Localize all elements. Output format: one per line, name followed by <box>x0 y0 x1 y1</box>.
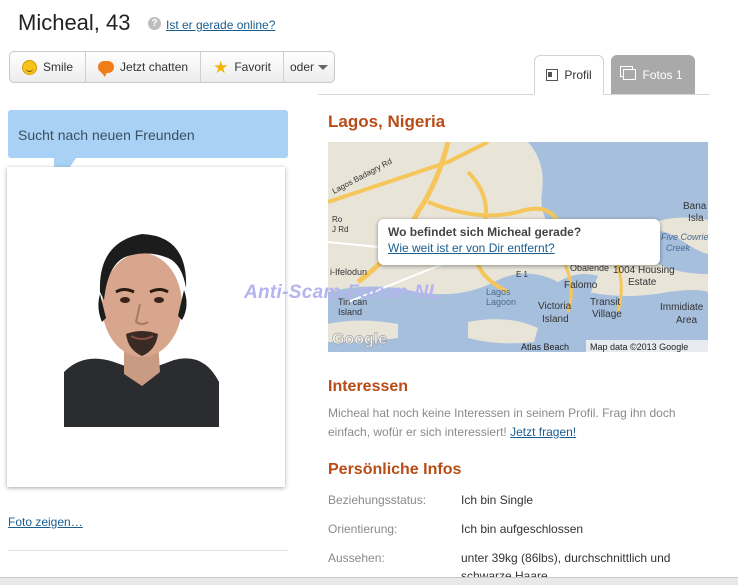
question-circle-icon[interactable]: ? <box>148 17 161 30</box>
profile-title: Micheal, 43 <box>18 10 131 35</box>
tab-fotos-label: Fotos 1 <box>642 67 683 82</box>
appearance-value: unter 39kg (86lbs), durchschnittlich und… <box>461 551 671 577</box>
smile-button[interactable]: Smile <box>10 52 87 82</box>
personal-info-title: Persönliche Infos <box>328 461 462 478</box>
chat-label: Jetzt chatten <box>120 60 189 74</box>
smile-icon <box>22 59 37 75</box>
interests-body: Micheal hat noch keine Interessen in sei… <box>328 406 676 439</box>
profile-photo-card <box>7 167 285 487</box>
svg-text:Area: Area <box>676 315 698 326</box>
distance-link[interactable]: Wie weit ist er von Dir entfernt? <box>388 241 650 255</box>
orientation-label: Orientierung: <box>328 522 398 536</box>
profile-photo-image <box>64 222 219 427</box>
chat-bubble-icon <box>98 61 115 77</box>
svg-text:Immidiate: Immidiate <box>660 302 704 313</box>
svg-text:E 1: E 1 <box>516 270 529 279</box>
status-bubble: Sucht nach neuen Freunden <box>8 110 288 158</box>
tab-profil-label: Profil <box>564 68 592 82</box>
svg-text:Atlas Beach: Atlas Beach <box>521 342 569 352</box>
svg-text:Bana: Bana <box>683 201 707 212</box>
ask-now-link[interactable]: Jetzt fragen! <box>510 425 576 439</box>
profile-card-icon <box>546 69 559 81</box>
photos-icon <box>623 69 637 80</box>
profile-photo[interactable] <box>64 222 219 427</box>
svg-text:Lagos: Lagos <box>486 287 511 297</box>
tab-fotos[interactable]: Fotos 1 <box>611 55 695 94</box>
svg-text:Island: Island <box>338 307 362 317</box>
chevron-down-icon <box>318 64 329 70</box>
map-popup-question: Wo befindet sich Micheal gerade? <box>388 225 582 239</box>
orientation-value: Ich bin aufgeschlossen <box>461 522 584 536</box>
svg-text:Google: Google <box>332 331 387 348</box>
chat-button[interactable]: Jetzt chatten <box>86 52 202 82</box>
left-divider <box>8 550 288 551</box>
svg-text:Victoria: Victoria <box>538 301 572 312</box>
more-label: oder <box>290 60 315 74</box>
svg-text:Estate: Estate <box>628 277 657 288</box>
interests-title: Interessen <box>328 378 409 395</box>
svg-text:Map data ©2013 Google: Map data ©2013 Google <box>590 342 688 352</box>
tab-profil[interactable]: Profil <box>534 55 604 95</box>
svg-text:Transit: Transit <box>590 297 620 308</box>
location-title: Lagos, Nigeria <box>328 112 446 131</box>
svg-text:Island: Island <box>542 314 569 325</box>
svg-text:Village: Village <box>592 309 622 320</box>
favorite-button[interactable]: ★ Favorit <box>201 52 284 82</box>
svg-text:Creek: Creek <box>666 243 691 253</box>
star-icon: ★ <box>213 57 229 77</box>
relationship-label: Beziehungsstatus: <box>328 493 427 507</box>
map-info-popup: Wo befindet sich Micheal gerade? Wie wei… <box>378 219 660 265</box>
tab-divider <box>318 94 710 95</box>
interests-text: Micheal hat noch keine Interessen in sei… <box>328 404 712 442</box>
svg-text:i-Ifelodun: i-Ifelodun <box>330 267 367 277</box>
appearance-label: Aussehen: <box>328 551 385 565</box>
svg-text:Falomo: Falomo <box>564 280 598 291</box>
svg-text:Lagoon: Lagoon <box>486 297 516 307</box>
watermark: Anti-Scam-Forum-NL <box>244 282 441 303</box>
smile-label: Smile <box>43 60 74 74</box>
svg-text:J Rd: J Rd <box>332 225 348 234</box>
show-photo-link[interactable]: Foto zeigen… <box>8 515 83 529</box>
more-dropdown[interactable]: oder <box>284 52 334 82</box>
relationship-value: Ich bin Single <box>461 493 534 507</box>
online-status-link[interactable]: Ist er gerade online? <box>166 18 275 32</box>
favorite-label: Favorit <box>234 60 271 74</box>
svg-text:1004 Housing: 1004 Housing <box>613 265 675 276</box>
svg-text:Five Cowries: Five Cowries <box>661 232 708 242</box>
svg-text:Isla: Isla <box>688 213 704 224</box>
action-bar: Smile Jetzt chatten ★ Favorit oder <box>9 51 336 83</box>
svg-text:Ro: Ro <box>332 215 343 224</box>
